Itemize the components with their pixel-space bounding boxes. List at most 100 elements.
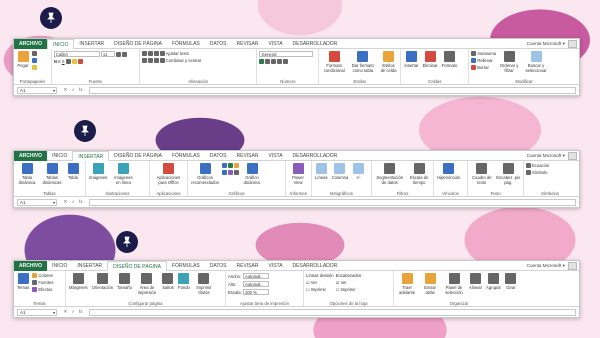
margins-button[interactable]: Márgenes bbox=[68, 273, 89, 290]
fonts-button[interactable]: Fuentes bbox=[32, 280, 53, 285]
grow-font-icon[interactable] bbox=[115, 51, 121, 57]
recommended-charts-button[interactable]: Gráficos recomendados bbox=[190, 163, 220, 185]
find-select-button[interactable]: Buscar y seleccionar bbox=[522, 51, 550, 73]
headings-view-checkbox[interactable]: ☑ bbox=[336, 280, 340, 285]
recommended-pivot-button[interactable]: Tablas dinámicas bbox=[40, 163, 64, 185]
tab-formulas[interactable]: FÓRMULAS bbox=[167, 151, 205, 161]
line-chart-icon[interactable] bbox=[228, 163, 233, 168]
power-view-button[interactable]: Power View bbox=[288, 163, 308, 185]
align-center-icon[interactable] bbox=[147, 58, 153, 63]
column-chart-icon[interactable] bbox=[222, 163, 227, 168]
pie-chart-icon[interactable] bbox=[234, 163, 239, 168]
pivot-table-button[interactable]: Tabla dinámica bbox=[16, 163, 38, 185]
height-select[interactable]: Automát. bbox=[243, 281, 269, 287]
merge-center-button[interactable]: Combinar y centrar bbox=[166, 58, 202, 63]
tab-diseno[interactable]: DISEÑO DE PÁGINA bbox=[107, 260, 167, 272]
tab-datos[interactable]: DATOS bbox=[205, 261, 232, 271]
table-button[interactable]: Tabla bbox=[66, 163, 80, 180]
pivot-chart-button[interactable]: Gráfico dinámico bbox=[241, 163, 263, 185]
enter-icon[interactable]: ✓ bbox=[71, 87, 75, 93]
selection-pane-button[interactable]: Panel de selección bbox=[442, 273, 466, 295]
headings-print-checkbox[interactable]: ☐ bbox=[336, 287, 340, 292]
align-left-icon[interactable] bbox=[141, 58, 147, 63]
send-backward-button[interactable]: Enviar atrás bbox=[420, 273, 440, 295]
conditional-format-button[interactable]: Formato condicional bbox=[321, 51, 347, 73]
copy-button[interactable] bbox=[32, 58, 37, 63]
tab-diseno[interactable]: DISEÑO DE PÁGINA bbox=[109, 151, 167, 161]
tab-datos[interactable]: DATOS bbox=[205, 151, 232, 161]
rotate-button[interactable]: Girar bbox=[504, 273, 518, 290]
tab-insertar[interactable]: INSERTAR bbox=[72, 150, 110, 162]
symbol-button[interactable]: Símbolo bbox=[526, 170, 549, 175]
cancel-icon[interactable]: ✕ bbox=[63, 309, 67, 315]
tab-revisar[interactable]: REVISAR bbox=[232, 39, 264, 49]
fill-color-icon[interactable] bbox=[71, 59, 77, 64]
format-table-button[interactable]: Dar formato como tabla bbox=[349, 51, 377, 73]
sort-filter-button[interactable]: Ordenar y filtrar bbox=[498, 51, 520, 73]
breaks-button[interactable]: Saltos bbox=[161, 273, 175, 290]
tab-datos[interactable]: DATOS bbox=[205, 39, 232, 49]
account-menu[interactable]: Cuenta Microsoft bbox=[527, 39, 565, 49]
sparkline-winloss-button[interactable]: +/- bbox=[351, 163, 365, 180]
align-button[interactable]: Alinear bbox=[468, 273, 483, 290]
group-button[interactable]: Agrupar bbox=[485, 273, 502, 290]
align-bottom-icon[interactable] bbox=[153, 51, 159, 56]
cell-styles-button[interactable]: Estilos de celda bbox=[379, 51, 399, 73]
tab-inicio[interactable]: INICIO bbox=[47, 261, 72, 271]
enter-icon[interactable]: ✓ bbox=[71, 199, 75, 205]
tab-archivo[interactable]: ARCHIVO bbox=[14, 260, 48, 271]
gridlines-view-checkbox[interactable]: ☑ bbox=[306, 280, 310, 285]
tab-desarrollador[interactable]: DESARROLLADOR bbox=[288, 39, 343, 49]
clear-button[interactable]: Borrar bbox=[471, 65, 496, 70]
align-right-icon[interactable] bbox=[153, 58, 159, 63]
tab-diseno[interactable]: DISEÑO DE PÁGINA bbox=[109, 39, 167, 49]
number-format-select[interactable]: General bbox=[259, 51, 314, 57]
equation-button[interactable]: Ecuación bbox=[526, 163, 549, 168]
sparkline-column-button[interactable]: Columna bbox=[331, 163, 350, 180]
wrap-text-button[interactable]: Ajustar texto bbox=[166, 51, 189, 56]
account-menu[interactable]: Cuenta Microsoft bbox=[527, 151, 565, 161]
percent-icon[interactable] bbox=[265, 59, 271, 64]
autosum-button[interactable]: Autosuma bbox=[471, 51, 496, 56]
font-name-select[interactable]: Calibri bbox=[53, 51, 100, 57]
pictures-button[interactable]: Imágenes bbox=[88, 163, 108, 180]
name-box[interactable]: A1 bbox=[17, 198, 57, 206]
delete-cells-button[interactable]: Eliminar bbox=[422, 51, 439, 68]
format-cells-button[interactable]: Formato bbox=[441, 51, 459, 68]
themes-button[interactable]: Temas bbox=[16, 273, 30, 290]
timeline-button[interactable]: Escala de tiempo bbox=[407, 163, 431, 185]
print-titles-button[interactable]: Imprimir títulos bbox=[193, 273, 215, 295]
tab-inicio[interactable]: INICIO bbox=[47, 151, 72, 161]
gridlines-print-checkbox[interactable]: ☐ bbox=[306, 287, 310, 292]
tab-inicio[interactable]: INICIO bbox=[47, 38, 75, 50]
decimal-decrease-icon[interactable] bbox=[283, 59, 289, 64]
formula-input[interactable] bbox=[89, 308, 576, 316]
area-chart-icon[interactable] bbox=[228, 170, 233, 175]
cut-button[interactable] bbox=[32, 51, 37, 56]
avatar[interactable] bbox=[568, 262, 577, 270]
width-select[interactable]: Automát. bbox=[243, 273, 269, 279]
scatter-chart-icon[interactable] bbox=[234, 170, 239, 175]
hyperlink-button[interactable]: Hipervínculo bbox=[436, 163, 461, 180]
slicer-button[interactable]: Segmentación de datos bbox=[374, 163, 405, 185]
avatar[interactable] bbox=[568, 152, 577, 160]
fx-icon[interactable]: fx bbox=[79, 87, 83, 93]
tab-desarrollador[interactable]: DESARROLLADOR bbox=[288, 151, 343, 161]
size-button[interactable]: Tamaño bbox=[116, 273, 133, 290]
text-box-button[interactable]: Cuadro de texto bbox=[470, 163, 494, 185]
font-color-icon[interactable] bbox=[77, 59, 83, 64]
tab-archivo[interactable]: ARCHIVO bbox=[14, 38, 48, 49]
currency-icon[interactable] bbox=[259, 59, 265, 64]
account-menu[interactable]: Cuenta Microsoft bbox=[527, 261, 565, 271]
tab-vista[interactable]: VISTA bbox=[263, 39, 287, 49]
indent-icon[interactable] bbox=[159, 58, 165, 63]
background-button[interactable]: Fondo bbox=[177, 273, 191, 290]
fill-button[interactable]: Rellenar bbox=[471, 58, 496, 63]
shrink-font-icon[interactable] bbox=[121, 51, 127, 57]
header-footer-button[interactable]: Encabez. pie pág. bbox=[496, 163, 521, 185]
tab-insertar[interactable]: INSERTAR bbox=[72, 261, 107, 271]
orientation-button[interactable]: Orientación bbox=[91, 273, 114, 290]
orientation-icon[interactable] bbox=[159, 51, 165, 56]
formula-input[interactable] bbox=[89, 86, 576, 94]
tab-formulas[interactable]: FÓRMULAS bbox=[167, 39, 205, 49]
